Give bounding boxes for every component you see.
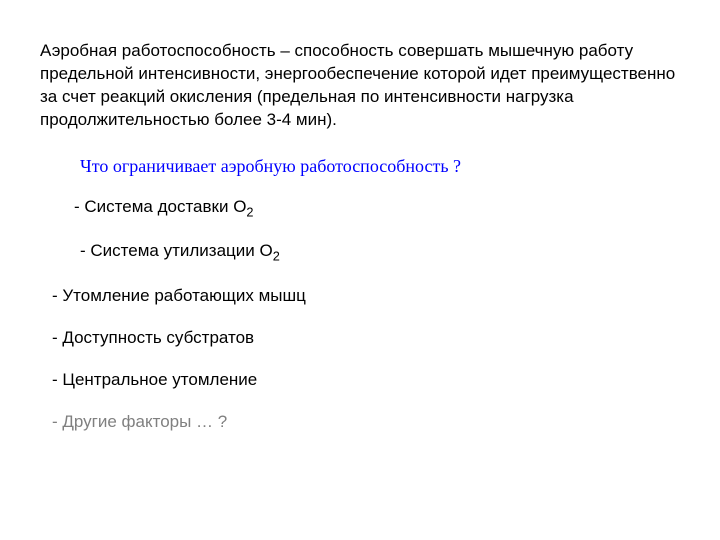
list-item: - Другие факторы … ?	[40, 412, 680, 432]
chem-symbol: O	[233, 197, 246, 216]
item-text: - Система доставки	[74, 197, 233, 216]
intro-paragraph: Аэробная работоспособность – способность…	[40, 40, 680, 132]
item-text: - Система утилизации	[80, 241, 259, 260]
list-item: - Система утилизации O2	[40, 241, 680, 263]
list-item: - Утомление работающих мышц	[40, 286, 680, 306]
question-heading: Что ограничивает аэробную работоспособно…	[40, 156, 680, 177]
list-item: - Центральное утомление	[40, 370, 680, 390]
list-item: - Система доставки O2	[40, 197, 680, 219]
chem-symbol: O	[259, 241, 272, 260]
slide-content: Аэробная работоспособность – способность…	[0, 0, 720, 474]
chem-subscript: 2	[273, 249, 280, 264]
list-item: - Доступность субстратов	[40, 328, 680, 348]
chem-subscript: 2	[246, 204, 253, 219]
